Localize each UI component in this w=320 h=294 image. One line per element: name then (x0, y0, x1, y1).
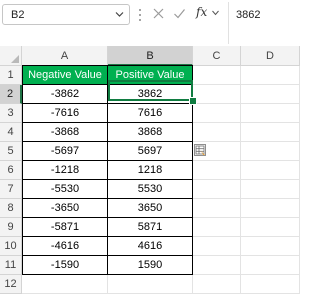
positive-value-cell[interactable]: 3868 (108, 123, 193, 142)
positive-value-cell[interactable]: 7616 (108, 104, 193, 123)
negative-value-cell[interactable]: -7616 (22, 104, 108, 123)
cell[interactable] (241, 199, 300, 218)
row-header-7[interactable]: 7 (0, 180, 22, 199)
cell[interactable] (193, 104, 241, 123)
negative-value-cell[interactable]: -3868 (22, 123, 108, 142)
positive-value-cell[interactable]: 5530 (108, 180, 193, 199)
header-cell-negative-value[interactable]: Negative Value (22, 65, 108, 85)
name-box-value: B2 (11, 9, 25, 21)
column-header-d[interactable]: D (241, 46, 300, 66)
cell[interactable] (22, 275, 108, 294)
column-header-b[interactable]: B (108, 46, 193, 66)
row-header-10[interactable]: 10 (0, 237, 22, 256)
chevron-down-icon[interactable] (115, 11, 124, 18)
row-header-3[interactable]: 3 (0, 104, 22, 123)
cell[interactable] (193, 218, 241, 237)
drag-handle-icon[interactable] (138, 7, 142, 23)
select-all-button[interactable] (0, 46, 22, 66)
negative-value-cell[interactable]: -1218 (22, 161, 108, 180)
positive-value-cell[interactable]: 5697 (108, 142, 193, 161)
formula-bar-divider (228, 2, 229, 44)
header-cell-positive-value[interactable]: Positive Value (108, 65, 193, 85)
cell[interactable] (241, 85, 300, 104)
cell[interactable] (193, 161, 241, 180)
cell[interactable] (193, 199, 241, 218)
negative-value-cell[interactable]: -3862 (22, 85, 108, 104)
column-header-a[interactable]: A (22, 46, 108, 66)
select-all-triangle-icon (11, 55, 19, 63)
row-header-8[interactable]: 8 (0, 199, 22, 218)
negative-value-cell[interactable]: -3650 (22, 199, 108, 218)
row-header-1[interactable]: 1 (0, 66, 22, 85)
cell[interactable] (193, 275, 241, 294)
cell[interactable] (193, 256, 241, 275)
formula-bar: B2 fx 3862 (0, 0, 300, 46)
cell[interactable] (241, 142, 300, 161)
negative-value-cell[interactable]: -5697 (22, 142, 108, 161)
cell[interactable] (241, 256, 300, 275)
row-header-11[interactable]: 11 (0, 256, 22, 275)
cell[interactable] (241, 123, 300, 142)
row-header-4[interactable]: 4 (0, 123, 22, 142)
negative-value-cell[interactable]: -4616 (22, 237, 108, 256)
quick-analysis-icon[interactable] (194, 144, 206, 156)
column-header-c[interactable]: C (193, 46, 241, 66)
cell[interactable] (193, 66, 241, 85)
row-header-2[interactable]: 2 (0, 85, 22, 104)
positive-value-cell[interactable]: 3862 (108, 85, 193, 104)
cell[interactable] (241, 237, 300, 256)
cell[interactable] (193, 85, 241, 104)
positive-value-cell[interactable]: 3650 (108, 199, 193, 218)
cell[interactable] (241, 66, 300, 85)
positive-value-cell[interactable]: 5871 (108, 218, 193, 237)
cell[interactable] (241, 104, 300, 123)
cell[interactable] (108, 275, 193, 294)
positive-value-cell[interactable]: 1590 (108, 256, 193, 275)
cell[interactable] (241, 275, 300, 294)
row-header-5[interactable]: 5 (0, 142, 22, 161)
cancel-icon[interactable] (152, 7, 165, 20)
cell[interactable] (241, 180, 300, 199)
negative-value-cell[interactable]: -1590 (22, 256, 108, 275)
insert-function-icon[interactable]: fx (196, 5, 207, 19)
negative-value-cell[interactable]: -5530 (22, 180, 108, 199)
positive-value-cell[interactable]: 4616 (108, 237, 193, 256)
row-header-9[interactable]: 9 (0, 218, 22, 237)
chevron-down-icon[interactable] (212, 10, 219, 16)
cell[interactable] (193, 123, 241, 142)
row-header-12[interactable]: 12 (0, 275, 22, 294)
enter-check-icon[interactable] (173, 7, 186, 20)
formula-input[interactable]: 3862 (236, 9, 260, 21)
cell[interactable] (241, 218, 300, 237)
name-box[interactable]: B2 (2, 4, 130, 25)
positive-value-cell[interactable]: 1218 (108, 161, 193, 180)
negative-value-cell[interactable]: -5871 (22, 218, 108, 237)
row-header-6[interactable]: 6 (0, 161, 22, 180)
cell[interactable] (193, 237, 241, 256)
fill-handle[interactable] (189, 97, 197, 105)
cell[interactable] (193, 180, 241, 199)
cell[interactable] (241, 161, 300, 180)
